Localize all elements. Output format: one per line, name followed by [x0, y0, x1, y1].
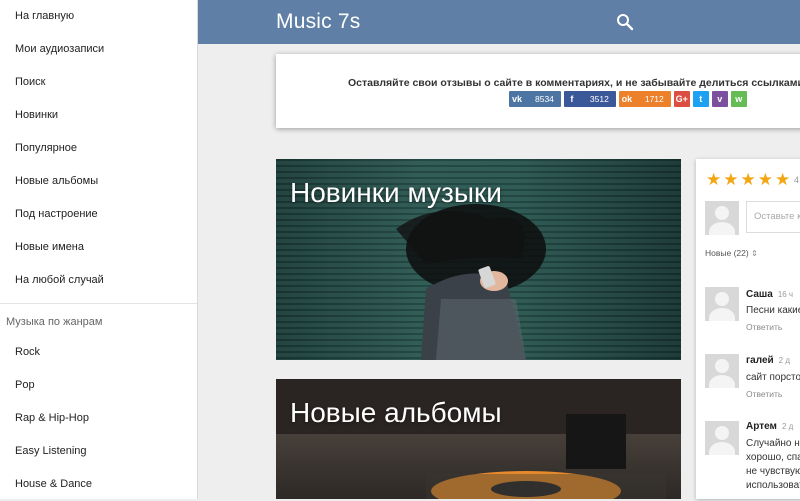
comment-text: Случайно на — [746, 438, 800, 449]
star-icon[interactable]: ★ — [706, 171, 721, 188]
comment-time: 2 д — [778, 356, 790, 365]
comment-text: использоват — [746, 480, 800, 491]
genre-nav: Rock Pop Rap & Hip-Hop Easy Listening Ho… — [0, 336, 197, 501]
reply-link[interactable]: Ответить — [746, 389, 782, 399]
notice-text: Оставляйте свои отзывы о сайте в коммент… — [348, 77, 800, 89]
top-header: Music 7s — [198, 0, 800, 44]
card-new-albums[interactable]: Новые альбомы — [276, 379, 681, 499]
sidebar-item-new-albums[interactable]: Новые альбомы — [0, 165, 197, 198]
facebook-icon: f — [570, 94, 574, 104]
site-title[interactable]: Music 7s — [276, 10, 360, 34]
comment-author[interactable]: Артем 2 д — [746, 421, 793, 432]
avatar — [705, 201, 739, 235]
sidebar-item-pop[interactable]: Pop — [0, 369, 197, 402]
comment-text: Песни какие — [746, 305, 800, 316]
sidebar-item-popular[interactable]: Популярное — [0, 132, 197, 165]
card-title: Новые альбомы — [290, 397, 502, 428]
sort-arrows-icon: ⇕ — [751, 249, 758, 258]
rating-stars[interactable]: ★ ★ ★ ★ ★ — [706, 171, 790, 188]
avatar — [705, 354, 739, 388]
main-nav: На главную Мои аудиозаписи Поиск Новинки… — [0, 0, 197, 297]
avatar — [705, 287, 739, 321]
viber-icon[interactable]: v — [711, 91, 728, 107]
sidebar-item-new[interactable]: Новинки — [0, 99, 197, 132]
comment-author-name: Саша — [746, 289, 773, 300]
sidebar-item-home[interactable]: На главную — [0, 0, 197, 33]
star-icon[interactable]: ★ — [741, 171, 756, 188]
comment-time: 2 д — [781, 422, 794, 431]
sidebar-divider — [0, 303, 197, 304]
sidebar-item-easy-listening[interactable]: Easy Listening — [0, 435, 197, 468]
sort-label: Новые (22) — [705, 248, 749, 258]
sidebar-item-rap-hiphop[interactable]: Rap & Hip-Hop — [0, 402, 197, 435]
comment-author[interactable]: галей 2 д — [746, 355, 790, 366]
comment-text: сайт порсто — [746, 372, 800, 383]
comments-panel: ★ ★ ★ ★ ★ 4 Оставьте комментарий Новые (… — [696, 159, 800, 499]
sidebar-item-any-occasion[interactable]: На любой случай — [0, 264, 197, 297]
rating-value: 4 — [794, 175, 800, 185]
comment-author-name: галей — [746, 355, 774, 366]
share-buttons: vk 8534 f 3512 ok 1712 G+ t v w — [509, 91, 747, 107]
share-count: 3512 — [589, 94, 609, 104]
share-odnoklassniki-button[interactable]: ok 1712 — [618, 91, 671, 107]
comment-author-name: Артем — [746, 421, 777, 432]
comment-text: не чувствую — [746, 466, 800, 477]
sidebar: На главную Мои аудиозаписи Поиск Новинки… — [0, 0, 198, 499]
comment-text: хорошо, спа — [746, 452, 800, 463]
odnoklassniki-icon: ok — [621, 94, 633, 104]
sidebar-item-search[interactable]: Поиск — [0, 66, 197, 99]
sidebar-item-my-audio[interactable]: Мои аудиозаписи — [0, 33, 197, 66]
comment-author[interactable]: Саша 16 ч — [746, 289, 793, 300]
share-count: 1712 — [644, 94, 664, 104]
avatar — [705, 421, 739, 455]
star-icon[interactable]: ★ — [758, 171, 773, 188]
reply-link[interactable]: Ответить — [746, 322, 782, 332]
genres-heading: Музыка по жанрам — [6, 316, 103, 328]
star-icon[interactable]: ★ — [723, 171, 738, 188]
sidebar-item-rock[interactable]: Rock — [0, 336, 197, 369]
whatsapp-icon[interactable]: w — [730, 91, 747, 107]
sidebar-item-house-dance[interactable]: House & Dance — [0, 468, 197, 501]
comment-time: 16 ч — [777, 290, 794, 299]
share-vk-button[interactable]: vk 8534 — [509, 91, 561, 107]
card-title: Новинки музыки — [290, 177, 502, 208]
share-facebook-button[interactable]: f 3512 — [563, 91, 616, 107]
share-count: 8534 — [535, 94, 554, 104]
card-new-music[interactable]: Новинки музыки — [276, 159, 681, 360]
sort-dropdown[interactable]: Новые (22) ⇕ — [705, 248, 758, 258]
notice-card: Оставляйте свои отзывы о сайте в коммент… — [276, 54, 800, 128]
comment-input[interactable]: Оставьте комментарий — [746, 201, 800, 233]
sidebar-item-new-names[interactable]: Новые имена — [0, 231, 197, 264]
search-icon[interactable] — [616, 13, 634, 31]
star-icon[interactable]: ★ — [775, 171, 790, 188]
google-plus-icon[interactable]: G+ — [673, 91, 690, 107]
sidebar-item-mood[interactable]: Под настроение — [0, 198, 197, 231]
twitter-icon[interactable]: t — [692, 91, 709, 107]
vk-icon: vk — [511, 94, 522, 104]
